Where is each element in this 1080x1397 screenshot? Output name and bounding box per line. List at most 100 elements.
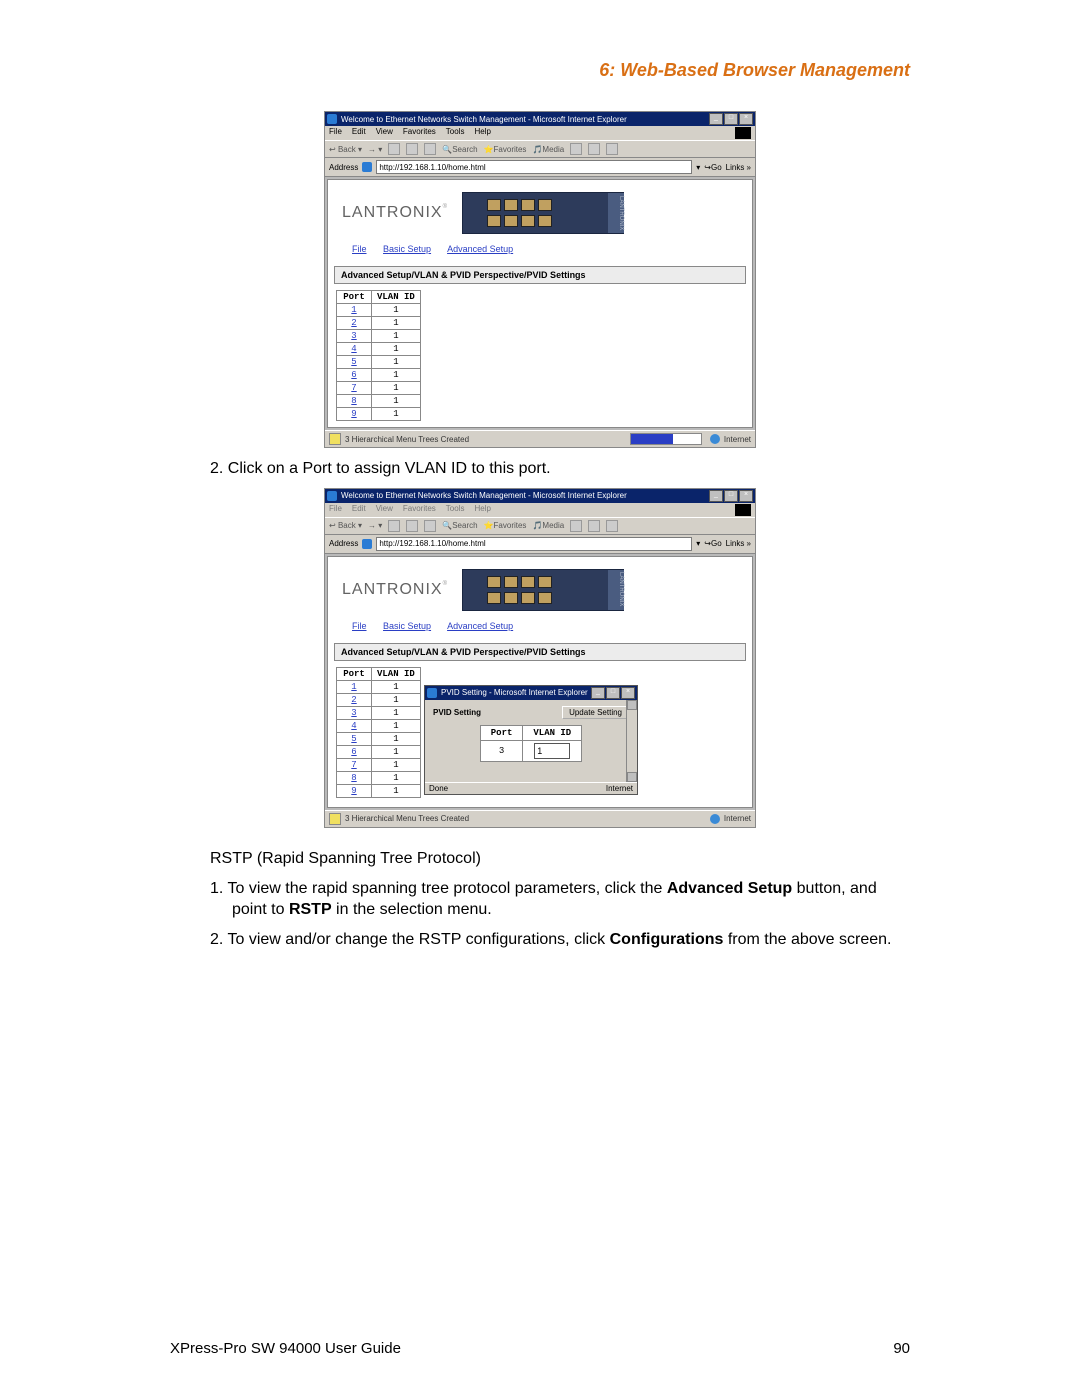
vlan-value: 1	[372, 771, 421, 784]
close-button[interactable]: ×	[621, 687, 635, 699]
menu-edit[interactable]: Edit	[352, 127, 366, 139]
port-link[interactable]: 9	[351, 786, 356, 796]
vlan-value: 1	[372, 369, 421, 382]
ie-icon	[427, 688, 437, 698]
menu-favorites[interactable]: Favorites	[403, 127, 436, 139]
popup-vlan-input[interactable]	[534, 743, 570, 759]
table-row: 31	[337, 706, 421, 719]
table-row: 91	[337, 784, 421, 797]
nav-basic-setup[interactable]: Basic Setup	[383, 244, 431, 254]
media-button[interactable]: 🎵Media	[532, 521, 564, 530]
menu-file[interactable]: File	[329, 127, 342, 139]
close-button[interactable]: ×	[739, 113, 753, 125]
table-row: 81	[337, 771, 421, 784]
favorites-button[interactable]: ⭐Favorites	[484, 521, 527, 530]
window-title: Welcome to Ethernet Networks Switch Mana…	[341, 115, 709, 124]
port-link[interactable]: 6	[351, 747, 356, 757]
maximize-button[interactable]: □	[606, 687, 620, 699]
port-link[interactable]: 3	[351, 331, 356, 341]
mail-icon[interactable]	[588, 520, 600, 532]
favorites-button[interactable]: ⭐Favorites	[484, 145, 527, 154]
address-label: Address	[329, 539, 358, 548]
port-link[interactable]: 9	[351, 409, 356, 419]
port-link[interactable]: 6	[351, 370, 356, 380]
nav-file[interactable]: File	[352, 621, 367, 631]
footer-left: XPress-Pro SW 94000 User Guide	[170, 1340, 401, 1357]
nav-advanced-setup[interactable]: Advanced Setup	[447, 244, 513, 254]
minimize-button[interactable]: _	[709, 490, 723, 502]
menu-view[interactable]: View	[376, 127, 393, 139]
mail-icon[interactable]	[588, 143, 600, 155]
page-footer: XPress-Pro SW 94000 User Guide 90	[170, 1340, 910, 1357]
menu-tools[interactable]: Tools	[446, 127, 465, 139]
menu-edit: Edit	[352, 504, 366, 516]
update-setting-button[interactable]: Update Setting	[562, 706, 629, 719]
port-link[interactable]: 3	[351, 708, 356, 718]
menu-file: File	[329, 504, 342, 516]
port-link[interactable]: 8	[351, 773, 356, 783]
app-nav: File Basic Setup Advanced Setup	[328, 242, 752, 262]
go-button[interactable]: ↪Go	[704, 163, 721, 172]
popup-scrollbar[interactable]	[626, 700, 637, 782]
print-icon[interactable]	[606, 143, 618, 155]
popup-done-label: Done	[429, 784, 448, 793]
forward-button[interactable]: → ▾	[368, 521, 382, 530]
maximize-button[interactable]: □	[724, 113, 738, 125]
home-icon[interactable]	[424, 143, 436, 155]
links-label[interactable]: Links »	[726, 163, 751, 172]
nav-basic-setup[interactable]: Basic Setup	[383, 621, 431, 631]
port-link[interactable]: 4	[351, 344, 356, 354]
history-icon[interactable]	[570, 520, 582, 532]
search-button[interactable]: 🔍Search	[442, 145, 477, 154]
port-link[interactable]: 5	[351, 357, 356, 367]
refresh-icon[interactable]	[406, 520, 418, 532]
address-input[interactable]	[376, 537, 692, 551]
port-link[interactable]: 1	[351, 682, 356, 692]
back-button[interactable]: ↩ Back ▾	[329, 521, 362, 530]
maximize-button[interactable]: □	[724, 490, 738, 502]
stop-icon[interactable]	[388, 520, 400, 532]
port-link[interactable]: 4	[351, 721, 356, 731]
print-icon[interactable]	[606, 520, 618, 532]
nav-advanced-setup[interactable]: Advanced Setup	[447, 621, 513, 631]
toolbar: ↩ Back ▾ → ▾ 🔍Search ⭐Favorites 🎵Media	[325, 140, 755, 158]
nav-file[interactable]: File	[352, 244, 367, 254]
stop-icon[interactable]	[388, 143, 400, 155]
table-row: 51	[337, 356, 421, 369]
dropdown-icon[interactable]: ▾	[696, 539, 700, 548]
minimize-button[interactable]: _	[709, 113, 723, 125]
page-content: LANTRONIX® LANTRONIX File Basic Setup Ad…	[327, 556, 753, 808]
port-link[interactable]: 5	[351, 734, 356, 744]
refresh-icon[interactable]	[406, 143, 418, 155]
go-button[interactable]: ↪Go	[704, 539, 721, 548]
search-button[interactable]: 🔍Search	[442, 521, 477, 530]
step-text: 2. To view and/or change the RSTP config…	[210, 929, 910, 951]
popup-port-value: 3	[480, 740, 523, 761]
port-link[interactable]: 7	[351, 383, 356, 393]
popup-zone-label: Internet	[606, 784, 633, 793]
table-row: 51	[337, 732, 421, 745]
table-row: 21	[337, 317, 421, 330]
forward-button[interactable]: → ▾	[368, 145, 382, 154]
dropdown-icon[interactable]: ▾	[696, 163, 700, 172]
pvid-table: Port VLAN ID 11 21 31 41 51 61 71 81 91	[336, 290, 421, 421]
port-link[interactable]: 2	[351, 318, 356, 328]
history-icon[interactable]	[570, 143, 582, 155]
section-heading: Advanced Setup/VLAN & PVID Perspective/P…	[334, 266, 746, 284]
home-icon[interactable]	[424, 520, 436, 532]
port-link[interactable]: 1	[351, 305, 356, 315]
close-button[interactable]: ×	[739, 490, 753, 502]
media-button[interactable]: 🎵Media	[532, 145, 564, 154]
port-link[interactable]: 7	[351, 760, 356, 770]
links-label[interactable]: Links »	[726, 539, 751, 548]
vlan-value: 1	[372, 356, 421, 369]
vlan-value: 1	[372, 395, 421, 408]
minimize-button[interactable]: _	[591, 687, 605, 699]
section-heading: Advanced Setup/VLAN & PVID Perspective/P…	[334, 643, 746, 661]
back-button[interactable]: ↩ Back ▾	[329, 145, 362, 154]
port-link[interactable]: 2	[351, 695, 356, 705]
address-input[interactable]	[376, 160, 692, 174]
menu-help[interactable]: Help	[474, 127, 490, 139]
port-link[interactable]: 8	[351, 396, 356, 406]
zone-icon	[710, 434, 720, 444]
